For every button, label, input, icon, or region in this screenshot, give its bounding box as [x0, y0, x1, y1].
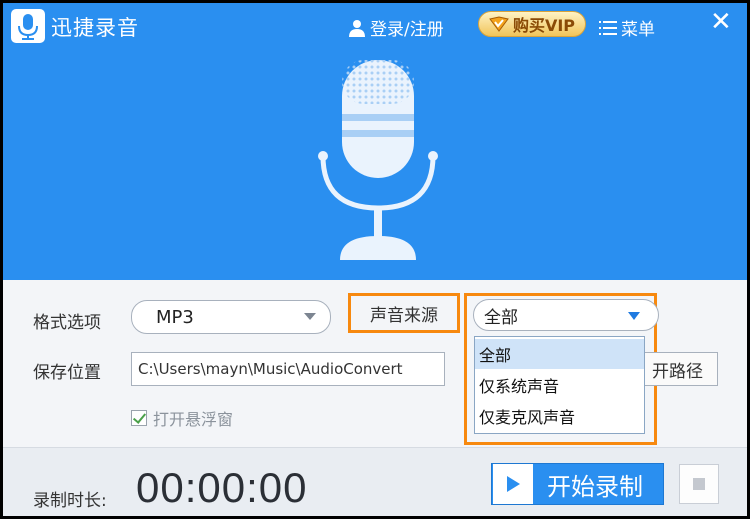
source-value: 全部 [484, 307, 518, 328]
microphone-icon [318, 60, 438, 260]
microphone-app-icon [11, 9, 45, 43]
stop-icon [693, 478, 705, 490]
source-label-text: 声音来源 [370, 305, 438, 326]
source-option-all[interactable]: 全部 [475, 339, 644, 369]
close-icon[interactable]: ✕ [710, 9, 732, 35]
format-label: 格式选项 [33, 313, 101, 333]
timer-display: 00:00:00 [136, 464, 308, 511]
source-select[interactable]: 全部 [473, 299, 659, 331]
app-title: 迅捷录音 [51, 16, 139, 40]
vip-label: 购买VIP [512, 16, 576, 35]
save-path-value: C:\Users\mayn\Music\AudioConvert [138, 360, 403, 378]
float-window-checkbox[interactable] [131, 410, 147, 426]
header: 迅捷录音 登录/注册 购买VIP 菜单 ✕ [3, 3, 747, 280]
vip-badge-icon [489, 16, 509, 32]
float-window-label: 打开悬浮窗 [153, 410, 234, 429]
app-window: 迅捷录音 登录/注册 购买VIP 菜单 ✕ 格式选项 MP3 声音来源 全部 保… [3, 3, 747, 516]
float-window-toggle[interactable]: 打开悬浮窗 [131, 406, 233, 430]
source-label: 声音来源 [348, 293, 460, 333]
format-select[interactable]: MP3 [131, 300, 331, 334]
open-path-label: 开路径 [652, 361, 703, 382]
chevron-down-icon [304, 313, 316, 320]
duration-label: 录制时长: [33, 491, 107, 511]
menu-button[interactable]: 菜单 [599, 15, 655, 40]
source-dropdown-list: 全部 仅系统声音 仅麦克风声音 [474, 336, 645, 434]
source-option-system[interactable]: 仅系统声音 [475, 370, 644, 400]
menu-label: 菜单 [621, 20, 655, 40]
start-recording-button[interactable]: 开始录制 [491, 463, 664, 505]
stop-button[interactable] [679, 464, 719, 504]
chevron-down-icon [628, 312, 640, 320]
user-icon [349, 19, 365, 37]
save-path-input[interactable]: C:\Users\mayn\Music\AudioConvert [131, 352, 445, 386]
format-value: MP3 [156, 306, 194, 328]
footer-bar: 录制时长: 00:00:00 开始录制 [3, 447, 747, 516]
play-icon [493, 464, 533, 504]
login-link[interactable]: 登录/注册 [349, 15, 444, 40]
login-label: 登录/注册 [370, 20, 444, 40]
save-location-label: 保存位置 [33, 363, 101, 383]
buy-vip-button[interactable]: 购买VIP [478, 11, 586, 37]
start-recording-label: 开始录制 [547, 472, 643, 501]
menu-icon [599, 20, 617, 35]
source-option-mic[interactable]: 仅麦克风声音 [475, 401, 644, 431]
